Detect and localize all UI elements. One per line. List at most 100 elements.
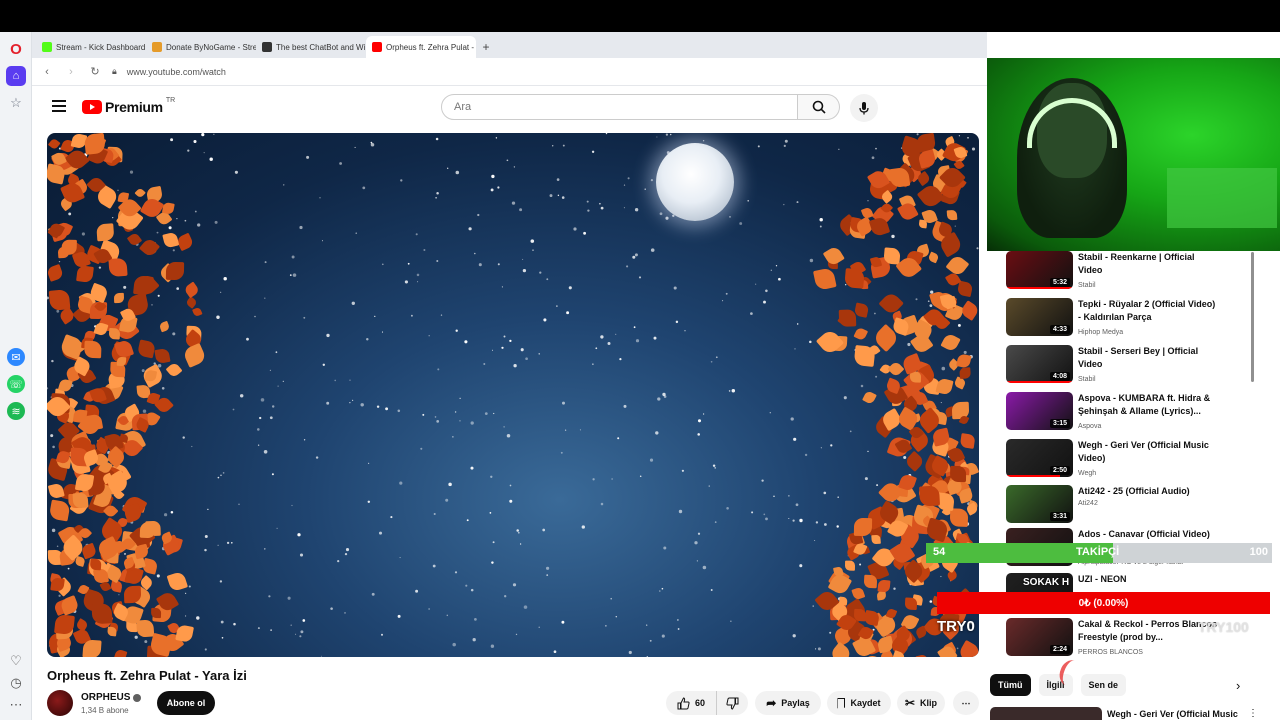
channel-name[interactable]: ORPHEUS — [81, 692, 142, 703]
watch-progress-bar — [1006, 475, 1060, 477]
related-video-title[interactable]: Wegh - Geri Ver (Official Music Video) — [1078, 439, 1218, 465]
search-input[interactable]: Ara — [441, 94, 798, 120]
share-icon: ➦ — [766, 696, 777, 710]
tab-kick[interactable]: Stream - Kick Dashboard — [36, 36, 146, 58]
opera-logo-icon[interactable]: O — [7, 40, 25, 58]
subscribe-button[interactable]: Abone ol — [157, 691, 215, 715]
more-actions-button[interactable]: ⋯ — [953, 691, 979, 715]
tab-bar: Stream - Kick Dashboard Donate ByNoGame … — [32, 32, 987, 58]
reload-icon[interactable]: ↻ — [88, 65, 102, 78]
related-video-thumbnail[interactable]: 3:15 — [1006, 392, 1073, 430]
related-video-channel: Stabil — [1078, 282, 1096, 289]
top-black-strip — [0, 0, 1280, 32]
related-video-title[interactable]: Tepki - Rüyalar 2 (Official Video) - Kal… — [1078, 298, 1218, 324]
subscriber-count: 1,34 B abone — [81, 706, 129, 715]
like-count: 60 — [694, 698, 705, 708]
chip-for-you[interactable]: Sen de — [1080, 674, 1127, 696]
donation-max: TRY100 — [1198, 619, 1249, 635]
related-video-item[interactable]: 5:32 Stabil - Reenkarne | Official Video S… — [1006, 251, 1246, 295]
youtube-logo-text: Premium — [105, 99, 163, 115]
related-video-title[interactable]: Stabil - Serseri Bey | Official Video — [1078, 345, 1218, 371]
video-duration: 3:31 — [1049, 512, 1070, 521]
related-video-thumbnail[interactable]: 4:08 — [1006, 345, 1073, 383]
video-duration: 5:32 — [1049, 278, 1070, 287]
related-video-item[interactable]: 3:31 Ati242 - 25 (Official Audio) Ati242 — [1006, 485, 1246, 529]
new-tab-button[interactable]: + — [476, 36, 496, 58]
scissors-icon: ✂ — [904, 696, 916, 710]
last-related-thumbnail[interactable] — [990, 707, 1102, 720]
opera-sidebar: O ⌂ ☆ ✉ ☏ ≋ ♡ ◷ ⋯ — [0, 32, 32, 720]
tab-bynogame[interactable]: Donate ByNoGame - Strea — [146, 36, 256, 58]
youtube-logo[interactable]: Premium TR — [82, 97, 175, 115]
thumbs-down-icon — [726, 697, 739, 710]
watch-progress-bar — [1006, 381, 1073, 383]
forward-icon[interactable]: › — [64, 66, 78, 78]
chips-next-icon[interactable]: › — [1236, 678, 1240, 693]
related-video-item[interactable]: 4:08 Stabil - Serseri Bey | Official Vide… — [1006, 345, 1246, 389]
address-bar: ‹ › ↻ 🔒︎ www.youtube.com/watch — [32, 58, 987, 86]
bynogame-favicon-icon — [152, 42, 162, 52]
heart-icon[interactable]: ♡ — [7, 652, 25, 670]
related-video-item[interactable]: 4:33 Tepki - Rüyalar 2 (Official Video) -… — [1006, 298, 1246, 342]
voice-search-button[interactable] — [850, 94, 878, 122]
messenger-icon[interactable]: ✉ — [7, 348, 25, 366]
chatbot-favicon-icon — [262, 42, 272, 52]
related-video-title[interactable]: Cakal & Reckol - Perros Blancos Freestyl… — [1078, 618, 1218, 644]
sokak-overlay-text: SOKAK H — [1023, 577, 1070, 588]
related-video-item[interactable]: 3:15 Aspova - KUMBARA ft. Hidra & Şehinşa… — [1006, 392, 1246, 436]
youtube-favicon-icon — [372, 42, 382, 52]
youtube-header: Premium TR Ara — [32, 86, 987, 130]
last-related-title[interactable]: Wegh - Geri Ver (Official Music — [1107, 709, 1238, 719]
star-icon[interactable]: ☆ — [7, 94, 25, 112]
like-button[interactable]: 60 — [666, 691, 716, 715]
share-button[interactable]: ➦ Paylaş — [755, 691, 821, 715]
related-video-channel: PERROS BLANCOS — [1078, 649, 1143, 656]
related-video-thumbnail[interactable]: 3:31 — [1006, 485, 1073, 523]
related-video-channel: Stabil — [1078, 376, 1096, 383]
related-video-channel: Wegh — [1078, 470, 1097, 477]
video-duration: 2:24 — [1049, 645, 1070, 654]
more-dots-icon: ⋯ — [961, 697, 971, 708]
dislike-button[interactable] — [716, 691, 748, 715]
menu-icon[interactable] — [52, 100, 66, 112]
video-duration: 4:08 — [1049, 372, 1070, 381]
clip-button[interactable]: ✂ Klip — [897, 691, 945, 715]
search-button[interactable] — [798, 94, 840, 120]
video-duration: 2:50 — [1049, 466, 1070, 475]
related-video-title[interactable]: Ati242 - 25 (Official Audio) — [1078, 485, 1218, 498]
related-scrollbar[interactable] — [1251, 252, 1254, 382]
history-icon[interactable]: ◷ — [7, 674, 25, 692]
more-icon[interactable]: ⋯ — [7, 696, 25, 714]
filter-chips: Tümü İlgili Sen de — [990, 674, 1127, 696]
home-icon[interactable]: ⌂ — [6, 66, 26, 86]
related-video-thumbnail[interactable]: 5:32 — [1006, 251, 1073, 289]
bookmark-icon — [837, 697, 846, 709]
related-video-title[interactable]: UZI - NEON — [1078, 573, 1218, 586]
url-field[interactable]: www.youtube.com/watch — [127, 67, 226, 77]
related-video-channel: Aspova — [1078, 423, 1102, 430]
related-video-thumbnail[interactable]: 2:24 — [1006, 618, 1073, 656]
watch-progress-bar — [1006, 287, 1073, 289]
follower-label: TAKİPÇİ — [1076, 546, 1120, 558]
last-related-more-icon[interactable]: ⋮ — [1248, 708, 1258, 719]
back-icon[interactable]: ‹ — [40, 66, 54, 78]
save-button[interactable]: Kaydet — [827, 691, 891, 715]
video-duration: 4:33 — [1049, 325, 1070, 334]
tab-chatbot[interactable]: The best ChatBot and Wi — [256, 36, 366, 58]
chip-all[interactable]: Tümü — [990, 674, 1031, 696]
video-player[interactable] — [47, 133, 979, 657]
related-video-title[interactable]: Ados - Canavar (Official Video) — [1078, 528, 1218, 541]
tab-youtube[interactable]: Orpheus ft. Zehra Pulat - — [366, 36, 476, 58]
whatsapp-icon[interactable]: ☏ — [7, 375, 25, 393]
video-duration: 3:15 — [1049, 419, 1070, 428]
moon — [656, 143, 734, 221]
related-video-title[interactable]: Aspova - KUMBARA ft. Hidra & Şehinşah & … — [1078, 392, 1218, 418]
spotify-icon[interactable]: ≋ — [7, 402, 25, 420]
related-video-thumbnail[interactable]: 4:33 — [1006, 298, 1073, 336]
youtube-play-icon — [82, 100, 102, 114]
channel-avatar[interactable] — [47, 690, 73, 716]
related-video-item[interactable]: 2:50 Wegh - Geri Ver (Official Music Vide… — [1006, 439, 1246, 483]
related-video-title[interactable]: Stabil - Reenkarne | Official Video — [1078, 251, 1218, 277]
search-icon — [812, 100, 826, 114]
related-video-thumbnail[interactable]: 2:50 — [1006, 439, 1073, 477]
